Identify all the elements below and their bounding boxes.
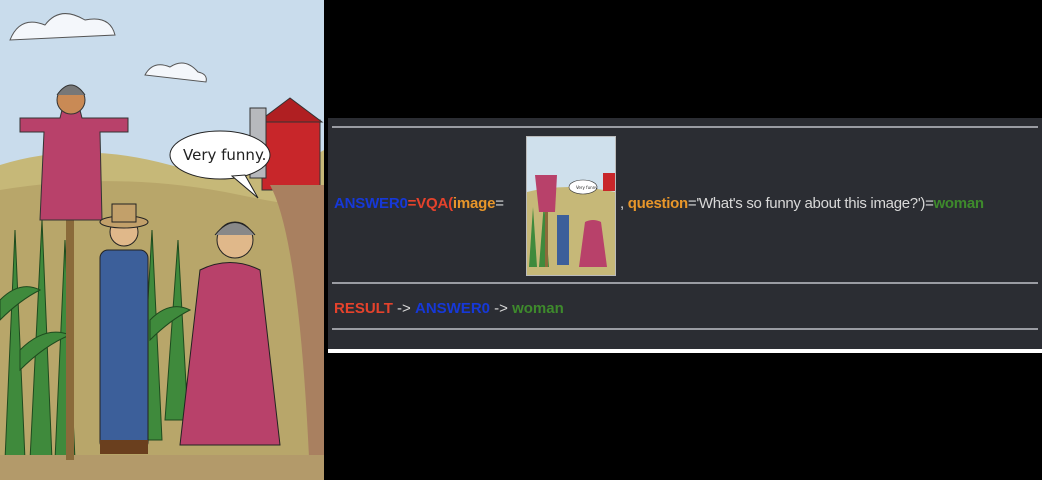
answer-value: woman [933,195,984,212]
divider-bottom [332,328,1038,330]
thumbnail-speech-text: Very funny. [576,185,598,190]
result-line: RESULT -> ANSWER0 -> woman [334,300,564,317]
result-var: ANSWER0 [414,300,490,317]
result-arrow-2: -> [490,300,513,317]
program-line-left: ANSWER0=VQA(image= [334,195,504,212]
equals-4: = [925,195,934,212]
thumbnail-image: Very funny. [526,136,616,276]
program-line-right: , question ='What's so funny about this i… [620,195,984,212]
function-name: VQA( [416,195,453,212]
program-panel: ANSWER0=VQA(image= Very funny. , questio… [328,118,1042,350]
question-keyword: question [627,195,688,212]
speech-bubble-text: Very funny. [183,146,267,164]
image-keyword: image [452,195,496,212]
cartoon-image: Very funny. [0,0,324,480]
thumbnail-illustration: Very funny. [527,137,615,275]
answer-var: ANSWER0 [334,195,408,212]
panel-bottom-border [328,349,1042,353]
cartoon-illustration [0,0,324,480]
equals-1: = [407,195,417,212]
comma: , [620,195,624,212]
question-value: 'What's so funny about this image?') [696,195,926,212]
divider-middle [332,282,1038,284]
result-answer: woman [512,300,564,317]
result-label: RESULT [334,300,393,317]
equals-2: = [495,195,504,212]
divider-top [332,126,1038,128]
result-arrow-1: -> [392,300,415,317]
